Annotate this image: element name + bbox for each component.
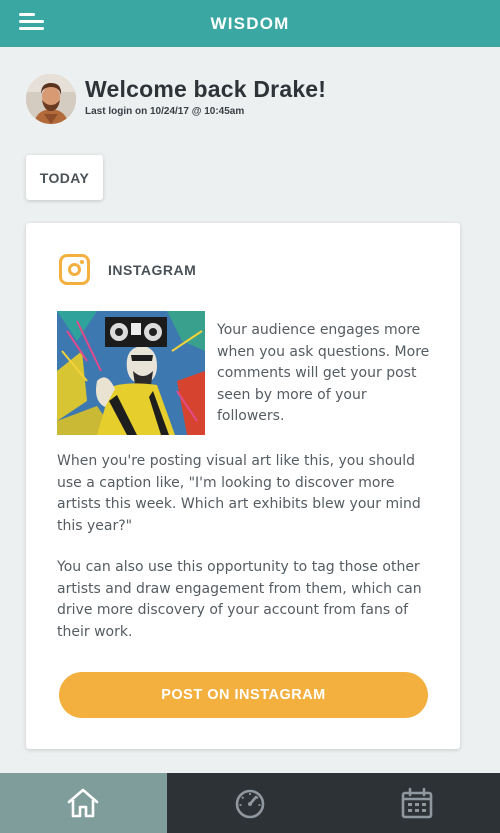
today-filter-button[interactable]: TODAY xyxy=(26,155,103,200)
nav-analytics-tab[interactable] xyxy=(167,773,334,833)
menu-icon[interactable] xyxy=(19,11,45,33)
tagging-suggestion: You can also use this opportunity to tag… xyxy=(57,559,422,640)
calendar-icon xyxy=(401,787,432,819)
insight-card: INSTAGRAM Your audience engages more whe… xyxy=(26,223,460,749)
nav-home-tab[interactable] xyxy=(0,773,167,833)
top-app-bar: WISDOM xyxy=(0,0,500,47)
nav-calendar-tab[interactable] xyxy=(333,773,500,833)
post-on-instagram-button[interactable]: POST ON INSTAGRAM xyxy=(59,672,428,718)
caption-suggestion: When you're posting visual art like this… xyxy=(57,453,421,534)
bottom-navigation xyxy=(0,773,500,833)
welcome-heading: Welcome back Drake! xyxy=(85,76,327,102)
instagram-icon xyxy=(59,254,90,285)
post-artwork-image xyxy=(57,311,205,435)
speedometer-icon xyxy=(235,789,265,819)
app-title: WISDOM xyxy=(210,13,290,33)
last-login-text: Last login on 10/24/17 @ 10:45am xyxy=(85,106,245,117)
engagement-tip: Your audience engages more when you ask … xyxy=(217,322,430,424)
home-icon xyxy=(68,788,99,818)
avatar[interactable] xyxy=(26,74,76,124)
card-network-title: INSTAGRAM xyxy=(108,262,197,278)
